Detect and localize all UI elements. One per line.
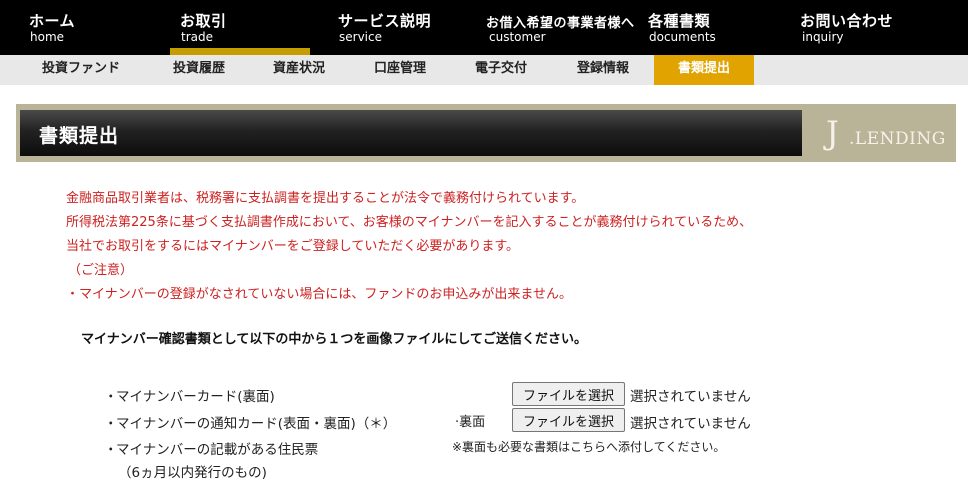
nav-item-sublabel: documents (649, 30, 716, 44)
notice-line: 所得税法第225条に基づく支払調書作成において、お客様のマイナンバーを記入するこ… (66, 215, 753, 230)
subnav-item-electronic-delivery[interactable]: 電子交付 (457, 55, 545, 85)
subnav-item-asset-status[interactable]: 資産状況 (255, 55, 343, 85)
nav-item-sublabel: inquiry (802, 30, 844, 44)
page-title: 書類提出 (39, 125, 120, 147)
notice-line: 当社でお取引をするにはマイナンバーをご登録していただく必要があります。 (66, 239, 520, 254)
notice-line: 金融商品取引業者は、税務署に支払調書を提出することが法令で義務付けられています。 (66, 191, 585, 206)
top-navigation: ホーム home お取引 trade サービス説明 service お借入希望の… (0, 0, 968, 55)
nav-item-label: お取引 (180, 12, 227, 30)
subnav-item-document-submission[interactable]: 書類提出 (654, 55, 754, 85)
notice-line: ・マイナンバーの登録がなされていない場合には、ファンドのお申込みが出来ません。 (66, 287, 572, 302)
nav-item-sublabel: service (339, 30, 382, 44)
document-option: ・マイナンバーの通知カード(表面・裏面)（＊） (104, 412, 396, 432)
subnav-item-investment-fund[interactable]: 投資ファンド (20, 55, 142, 85)
upload-note: ※裏面も必要な書類はこちらへ添付してください。 (452, 440, 726, 454)
nav-item-label: お借入希望の事業者様へ (486, 16, 635, 31)
document-option-label: マイナンバーの記載がある住民票 (116, 442, 319, 458)
document-option: ・マイナンバーの記載がある住民票 (104, 438, 318, 458)
file-select-button-back[interactable]: ファイルを選択 (512, 408, 625, 432)
nav-item-label: お問い合わせ (800, 12, 894, 30)
subnav-item-registration-info[interactable]: 登録情報 (559, 55, 647, 85)
bullet: ・ (104, 416, 118, 432)
bullet: ・ (104, 389, 118, 405)
notice-line: （ご注意） (68, 263, 134, 278)
nav-item-sublabel: home (30, 30, 65, 44)
sub-navigation: 投資ファンド 投資履歴 資産状況 口座管理 電子交付 登録情報 書類提出 (0, 55, 968, 85)
page-title-bar: 書類提出 J .LENDING (16, 104, 956, 162)
nav-item-sublabel: trade (181, 30, 213, 44)
document-option-note: （6ヵ月以内発行のもの) (118, 465, 267, 481)
logo-initial: J (826, 114, 839, 152)
document-option-label: マイナンバーカード(裏面) (116, 389, 275, 405)
nav-item-label: サービス説明 (338, 12, 432, 30)
nav-item-sublabel: customer (489, 30, 546, 44)
nav-item-label: 各種書類 (648, 12, 711, 30)
nav-item-label: ホーム (29, 12, 76, 30)
logo-wordmark: .LENDING (849, 129, 946, 149)
subnav-item-account-management[interactable]: 口座管理 (356, 55, 444, 85)
file-status-front: 選択されていません (630, 389, 751, 405)
upload-instruction: マイナンバー確認書類として以下の中から１つを画像ファイルにしてご送信ください。 (81, 332, 587, 347)
brand-logo: J .LENDING (811, 110, 953, 156)
active-indicator (170, 48, 310, 55)
back-side-label: ·裏面 (455, 415, 486, 430)
bullet: ・ (104, 442, 118, 458)
legal-notice: 金融商品取引業者は、税務署に支払調書を提出することが法令で義務付けられています。… (66, 189, 752, 309)
title-panel: 書類提出 (20, 110, 802, 156)
document-option: ・マイナンバーカード(裏面) (104, 385, 275, 405)
file-select-button-front[interactable]: ファイルを選択 (512, 382, 625, 406)
subnav-item-investment-history[interactable]: 投資履歴 (155, 55, 243, 85)
file-status-back: 選択されていません (630, 416, 751, 432)
document-option-label: マイナンバーの通知カード(表面・裏面)（＊） (116, 416, 397, 432)
